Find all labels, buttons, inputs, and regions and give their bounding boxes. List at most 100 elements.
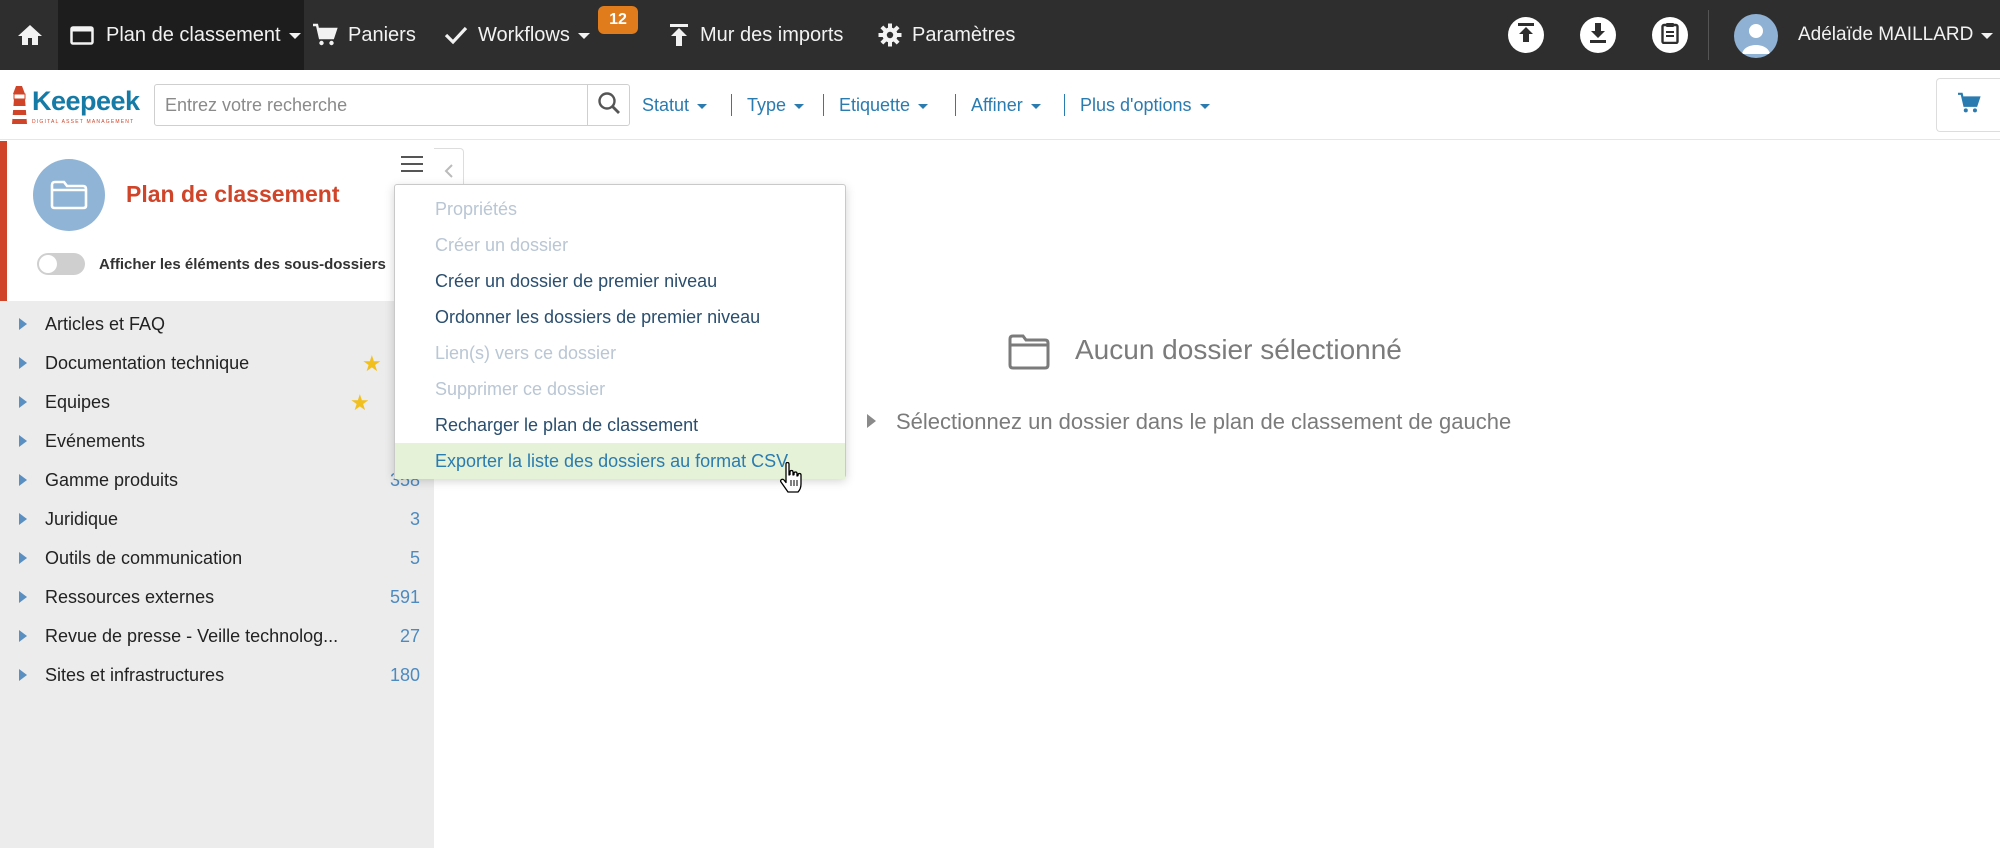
tree-item-count: 3	[409, 509, 420, 529]
search-icon	[597, 91, 621, 120]
expand-arrow-icon[interactable]	[19, 591, 27, 603]
chevron-down-icon	[794, 103, 805, 109]
menu-item-liens-dossier[interactable]: Lien(s) vers ce dossier	[395, 335, 845, 371]
star-icon: ★	[350, 389, 370, 415]
expand-arrow-icon[interactable]	[19, 474, 27, 486]
folder-tree-header: Plan de classement Afficher les éléments…	[0, 141, 434, 301]
tree-item-ressources-externes[interactable]: Ressources externes 591	[0, 578, 434, 617]
mur-des-imports-label: Mur des imports	[700, 23, 844, 46]
filter-type-label: Type	[747, 94, 787, 115]
folder-tree-title: Plan de classement	[126, 181, 340, 207]
plan-de-classement-menu[interactable]: Plan de classement	[58, 0, 304, 70]
search-input[interactable]	[155, 85, 587, 125]
folder-icon	[1008, 334, 1050, 375]
hand-cursor-icon	[778, 461, 804, 494]
filter-divider	[823, 94, 824, 116]
menu-item-creer-dossier-premier-niveau[interactable]: Créer un dossier de premier niveau	[395, 263, 845, 299]
tree-item-label: Outils de communication	[45, 548, 243, 568]
menu-item-recharger-plan[interactable]: Recharger le plan de classement	[395, 407, 845, 443]
download-button[interactable]	[1580, 17, 1616, 53]
filter-divider	[955, 94, 956, 116]
tree-item-outils-de-communication[interactable]: Outils de communication 5	[0, 539, 434, 578]
gear-icon	[878, 23, 902, 47]
tree-item-label: Juridique	[45, 509, 119, 529]
folder-tree: Articles et FAQ Documentation technique …	[0, 305, 434, 695]
star-icon: ★	[362, 350, 382, 376]
upload-button[interactable]	[1508, 17, 1544, 53]
search-bar: Keepeek DIGITAL ASSET MANAGEMENT Statut …	[0, 70, 2000, 140]
top-navigation-bar: Plan de classement Paniers Workflows 12 …	[0, 0, 2000, 70]
avatar[interactable]	[1734, 14, 1778, 58]
tree-item-gamme-produits[interactable]: Gamme produits 358	[0, 461, 434, 500]
parametres-label: Paramètres	[912, 23, 1016, 46]
user-menu[interactable]: Adélaïde MAILLARD	[1798, 0, 1994, 70]
tree-item-label: Revue de presse - Veille technolog...	[45, 626, 339, 646]
filter-affiner[interactable]: Affiner	[971, 70, 1041, 140]
upload-icon	[1517, 22, 1535, 48]
folder-tree-panel: Plan de classement Afficher les éléments…	[0, 141, 434, 848]
tree-item-juridique[interactable]: Juridique 3	[0, 500, 434, 539]
tree-item-equipes[interactable]: Equipes ★ 1	[0, 383, 434, 422]
cart-icon	[1957, 92, 1981, 119]
chevron-down-icon	[918, 103, 929, 109]
expand-arrow-icon[interactable]	[19, 396, 27, 408]
tree-item-documentation-technique[interactable]: Documentation technique ★	[0, 344, 434, 383]
filter-plus-options-label: Plus d'options	[1080, 94, 1192, 115]
filter-divider	[731, 94, 732, 116]
workflows-menu[interactable]: Workflows	[444, 0, 590, 70]
tree-item-revue-de-presse[interactable]: Revue de presse - Veille technolog... 27	[0, 617, 434, 656]
tree-item-count: 27	[399, 626, 420, 646]
tree-item-label: Documentation technique	[45, 353, 250, 373]
filter-plus-options[interactable]: Plus d'options	[1080, 70, 1210, 140]
expand-arrow-icon[interactable]	[19, 357, 27, 369]
brand-name: Keepeek	[32, 86, 140, 116]
tree-item-sites-et-infrastructures[interactable]: Sites et infrastructures 180	[0, 656, 434, 695]
tree-item-evenements[interactable]: Evénements	[0, 422, 434, 461]
expand-arrow-icon[interactable]	[19, 669, 27, 681]
keepeek-logo[interactable]: Keepeek DIGITAL ASSET MANAGEMENT	[8, 80, 140, 132]
menu-item-creer-dossier[interactable]: Créer un dossier	[395, 227, 845, 263]
paniers-label: Paniers	[348, 23, 416, 46]
chevron-down-icon	[1981, 33, 1994, 39]
expand-arrow-icon[interactable]	[19, 630, 27, 642]
user-icon	[1742, 24, 1770, 54]
menu-item-ordonner-dossiers[interactable]: Ordonner les dossiers de premier niveau	[395, 299, 845, 335]
tree-item-label: Sites et infrastructures	[45, 665, 225, 685]
clipboard-button[interactable]	[1652, 17, 1688, 53]
filter-statut[interactable]: Statut	[642, 70, 708, 140]
upload-icon	[668, 23, 690, 47]
menu-item-proprietes[interactable]: Propriétés	[395, 191, 845, 227]
user-name: Adélaïde MAILLARD	[1798, 24, 1974, 45]
tree-item-articles-et-faq[interactable]: Articles et FAQ	[0, 305, 434, 344]
expand-arrow-icon[interactable]	[19, 318, 27, 330]
filter-etiquette[interactable]: Etiquette	[839, 70, 929, 140]
workflows-count-badge: 12	[598, 6, 638, 34]
folder-icon	[70, 25, 94, 45]
tree-item-count: 180	[389, 665, 420, 685]
download-icon	[1589, 22, 1607, 48]
expand-arrow-icon[interactable]	[19, 435, 27, 447]
workflows-label: Workflows	[478, 23, 570, 46]
filter-type[interactable]: Type	[747, 70, 805, 140]
subfolder-elements-toggle[interactable]	[37, 253, 85, 275]
parametres-button[interactable]: Paramètres	[878, 0, 1015, 70]
folder-actions-menu: Propriétés Créer un dossier Créer un dos…	[394, 184, 846, 479]
filter-statut-label: Statut	[642, 94, 690, 115]
lighthouse-icon	[12, 86, 27, 124]
mur-des-imports-button[interactable]: Mur des imports	[668, 0, 843, 70]
tree-item-count: 591	[389, 587, 420, 607]
search-button[interactable]	[587, 85, 629, 125]
home-button[interactable]	[10, 0, 50, 70]
subfolder-elements-toggle-label: Afficher les éléments des sous-dossiers	[99, 256, 386, 273]
filter-etiquette-label: Etiquette	[839, 94, 911, 115]
paniers-button[interactable]: Paniers	[312, 0, 416, 70]
filter-affiner-label: Affiner	[971, 94, 1023, 115]
expand-arrow-icon[interactable]	[19, 513, 27, 525]
cart-button[interactable]	[1936, 78, 2000, 132]
folder-icon	[33, 159, 105, 231]
menu-item-supprimer-dossier[interactable]: Supprimer ce dossier	[395, 371, 845, 407]
expand-arrow-icon[interactable]	[19, 552, 27, 564]
hamburger-menu-icon[interactable]	[397, 151, 427, 177]
empty-state-title: Aucun dossier sélectionné	[1075, 334, 1402, 365]
tree-item-count: 5	[409, 548, 420, 568]
